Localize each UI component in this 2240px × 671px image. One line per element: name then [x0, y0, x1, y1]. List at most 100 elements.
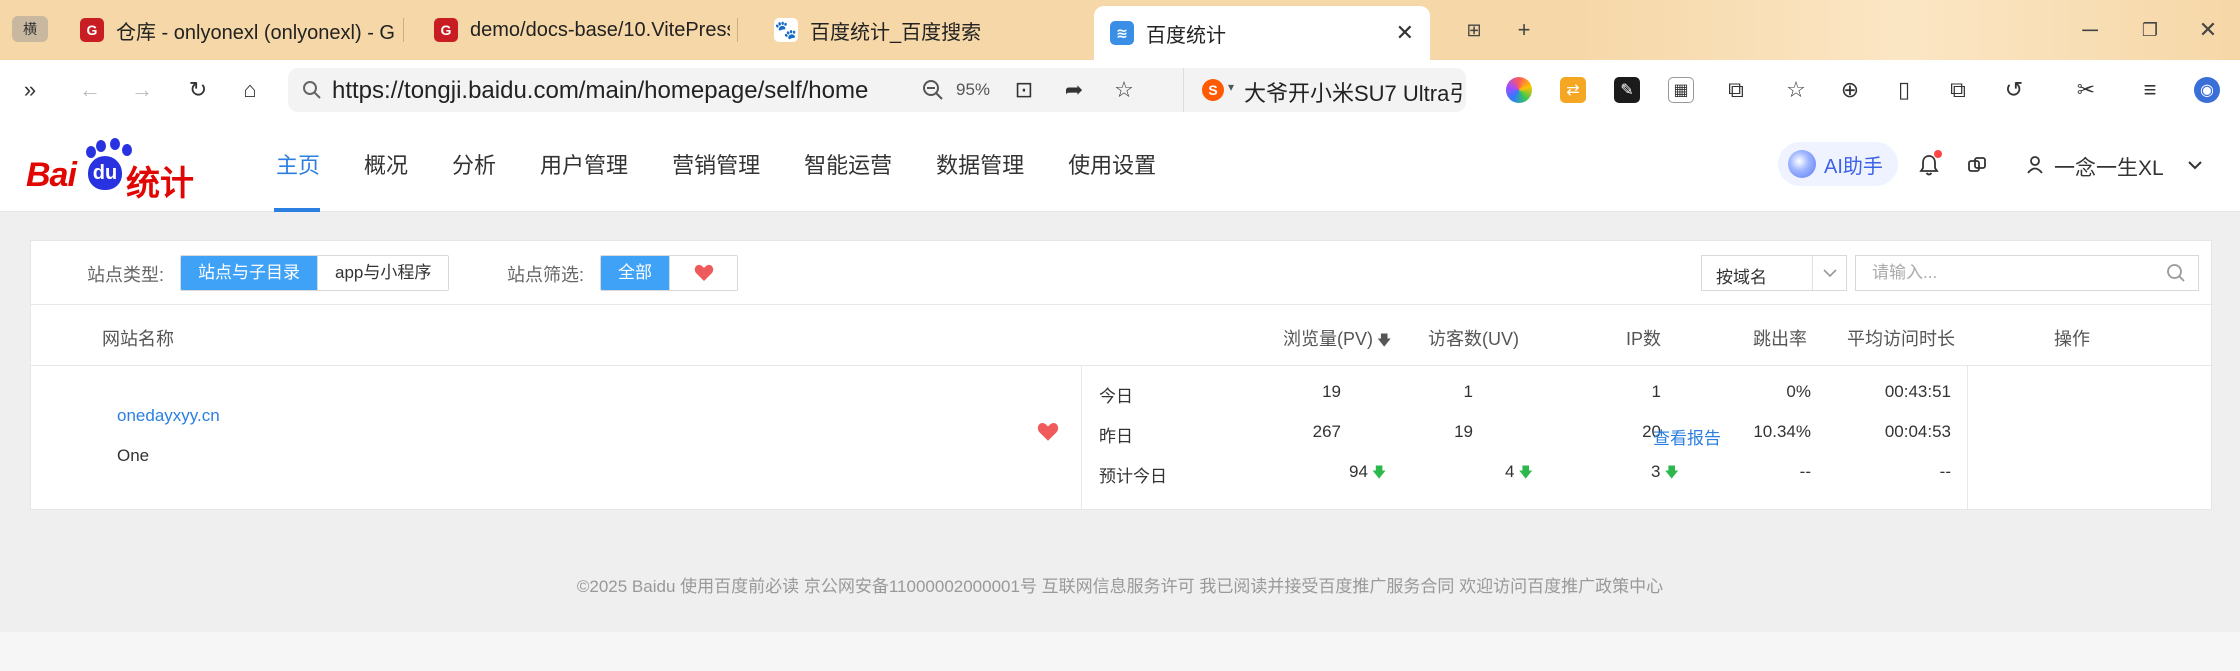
arrow-down-icon: 🡇	[1664, 464, 1679, 480]
notification-dot	[1934, 150, 1942, 158]
tab-baidu-tongji[interactable]: ≋ 百度统计 ✕	[1094, 6, 1430, 60]
domain-select[interactable]: 按域名	[1701, 255, 1847, 291]
menu-icon[interactable]: ≡	[2136, 76, 2164, 104]
ai-orb-icon	[1788, 150, 1816, 178]
nav-settings[interactable]: 使用设置	[1046, 120, 1178, 212]
chevron-down-icon[interactable]: ▾	[1228, 80, 1234, 94]
window-close-icon[interactable]: ✕	[2194, 16, 2222, 44]
screenshot-icon[interactable]: ✂	[2072, 76, 2100, 104]
site-domain-link[interactable]: onedayxyy.cn	[117, 406, 220, 426]
ai-extension-icon[interactable]	[1506, 77, 1532, 103]
period-label: 预计今日	[1099, 467, 1167, 486]
favorites-icon[interactable]: ☆	[1782, 76, 1810, 104]
username[interactable]: 一念一生XL	[2054, 152, 2164, 182]
page-footer: ©2025 Baidu 使用百度前必读 京公网安备11000002000001号…	[576, 577, 1664, 596]
tab-baidu-search[interactable]: 🐾 百度统计_百度搜索	[774, 8, 1074, 52]
filter-bar: 站点类型: 站点与子目录 app与小程序 站点筛选: 全部 按域名	[31, 241, 2213, 305]
logo-text-tongji: 统计	[126, 165, 194, 203]
search-engine-box[interactable]: S ▾ 大爷开小米SU7 Ultra引匪	[1183, 68, 1466, 112]
bounce-value: --	[1799, 462, 1811, 481]
col-ip[interactable]: IP数	[1626, 325, 1661, 351]
tab-group-icon[interactable]: ⊞	[1460, 16, 1488, 44]
table-header: 网站名称 浏览量(PV) 🡇 访客数(UV) IP数 跳出率 平均访问时长 操作	[31, 305, 2213, 366]
user-icon	[2022, 152, 2048, 178]
profile-avatar-icon[interactable]: ◉	[2194, 77, 2220, 103]
tab-gitee-repo[interactable]: G 仓库 - onlyonexl (onlyonexl) - Gi	[80, 8, 404, 52]
collections-icon[interactable]: ⧉	[1944, 76, 1972, 104]
sidebar-expand-icon[interactable]: »	[16, 76, 44, 104]
switch-icon[interactable]	[1964, 152, 1990, 178]
download-icon[interactable]: ⊕	[1836, 76, 1864, 104]
site-type-segment: 站点与子目录 app与小程序	[180, 255, 450, 291]
qr-code-icon[interactable]: ▦	[1668, 77, 1694, 103]
home-icon[interactable]: ⌂	[236, 76, 264, 104]
search-suggestion[interactable]: 大爷开小米SU7 Ultra引匪	[1244, 76, 1464, 108]
reader-icon[interactable]: ⊡	[1010, 76, 1038, 104]
site-header: Bai du 统计 主页 概况 分析 用户管理 营销管理 智能运营 数据管理 使…	[0, 120, 2240, 212]
pv-forecast: 94 🡇	[1349, 462, 1386, 486]
sync-extension-icon[interactable]: ⇄	[1560, 77, 1586, 103]
tab-separator	[403, 18, 404, 42]
address-bar[interactable]: https://tongji.baidu.com/main/homepage/s…	[288, 68, 1466, 112]
view-report-link[interactable]: 查看报告	[1653, 424, 1721, 449]
history-icon[interactable]: ↺	[2000, 76, 2028, 104]
minimize-icon[interactable]: ─	[2076, 16, 2104, 44]
avg-duration-value: 00:04:53	[1884, 422, 1951, 441]
ip-value: 1	[1651, 382, 1661, 401]
baidu-tongji-logo[interactable]: Bai du 统计	[26, 138, 196, 203]
reload-icon[interactable]: ↻	[184, 76, 212, 104]
uv-value: 1	[1463, 382, 1473, 401]
search-icon[interactable]	[2166, 263, 2186, 283]
phone-icon[interactable]: ▯	[1890, 76, 1918, 104]
share-icon[interactable]: ➦	[1060, 76, 1088, 104]
tongji-icon: ≋	[1110, 21, 1134, 45]
col-pv[interactable]: 浏览量(PV) 🡇	[1283, 325, 1391, 354]
avg-duration-value: --	[1939, 462, 1951, 481]
tab-gitee-docs[interactable]: G demo/docs-base/10.VitePress	[434, 8, 738, 52]
site-filter-all-option[interactable]: 全部	[601, 256, 669, 290]
gitee-icon: G	[80, 18, 104, 42]
zoom-out-icon[interactable]	[922, 79, 944, 101]
nav-smart-ops[interactable]: 智能运营	[782, 120, 914, 212]
site-type-sites-option[interactable]: 站点与子目录	[181, 256, 317, 290]
site-filter-favorite-option[interactable]	[669, 256, 737, 290]
chevron-down-icon[interactable]	[2182, 152, 2208, 178]
nav-data-management[interactable]: 数据管理	[914, 120, 1046, 212]
baidu-paw-icon: 🐾	[774, 18, 798, 42]
ip-value: 3	[1651, 462, 1661, 481]
col-avg-duration[interactable]: 平均访问时长	[1847, 325, 1955, 351]
zoom-level[interactable]: 95%	[956, 80, 990, 100]
forward-icon[interactable]: →	[128, 76, 156, 104]
tab-title: 百度统计	[1146, 24, 1226, 47]
uv-value: 19	[1454, 422, 1473, 441]
sort-desc-icon[interactable]: 🡇	[1377, 330, 1391, 354]
site-search-input[interactable]	[1856, 256, 2146, 290]
nav-home[interactable]: 主页	[274, 120, 342, 212]
ai-assistant-button[interactable]: AI助手	[1778, 142, 1898, 186]
table-row: onedayxyy.cn One 今日 19 1 1 0% 00:43:51 昨…	[31, 366, 2213, 510]
col-pv-label: 浏览量(PV)	[1283, 329, 1373, 349]
logo-text-du: du	[88, 156, 122, 190]
extension-badge-icon[interactable]: ✎	[1614, 77, 1640, 103]
tab-title: 仓库 - onlyonexl (onlyonexl) - Gi	[116, 21, 396, 44]
back-icon[interactable]: ←	[76, 76, 104, 104]
nav-analysis[interactable]: 分析	[430, 120, 518, 212]
browser-toolbar: » ← → ↻ ⌂ https://tongji.baidu.com/main/…	[0, 60, 2240, 120]
col-bounce[interactable]: 跳出率	[1753, 325, 1807, 351]
tab-separator	[737, 18, 738, 42]
site-type-label: 站点类型:	[87, 265, 165, 285]
nav-overview[interactable]: 概况	[342, 120, 430, 212]
site-name: One	[117, 446, 150, 465]
close-icon[interactable]: ✕	[1396, 20, 1414, 46]
avg-duration-value: 00:43:51	[1884, 382, 1951, 401]
nav-marketing[interactable]: 营销管理	[650, 120, 782, 212]
restore-icon[interactable]: ❐	[2136, 16, 2164, 44]
extensions-puzzle-icon[interactable]: ⧉	[1722, 76, 1750, 104]
nav-user-management[interactable]: 用户管理	[518, 120, 650, 212]
site-type-apps-option[interactable]: app与小程序	[317, 256, 449, 290]
bookmark-add-icon[interactable]: ☆	[1110, 76, 1138, 104]
tab-sidebar-toggle[interactable]: 横	[12, 16, 48, 42]
new-tab-icon[interactable]: +	[1510, 16, 1538, 44]
col-uv[interactable]: 访客数(UV)	[1428, 325, 1519, 351]
heart-icon[interactable]	[1037, 422, 1059, 442]
